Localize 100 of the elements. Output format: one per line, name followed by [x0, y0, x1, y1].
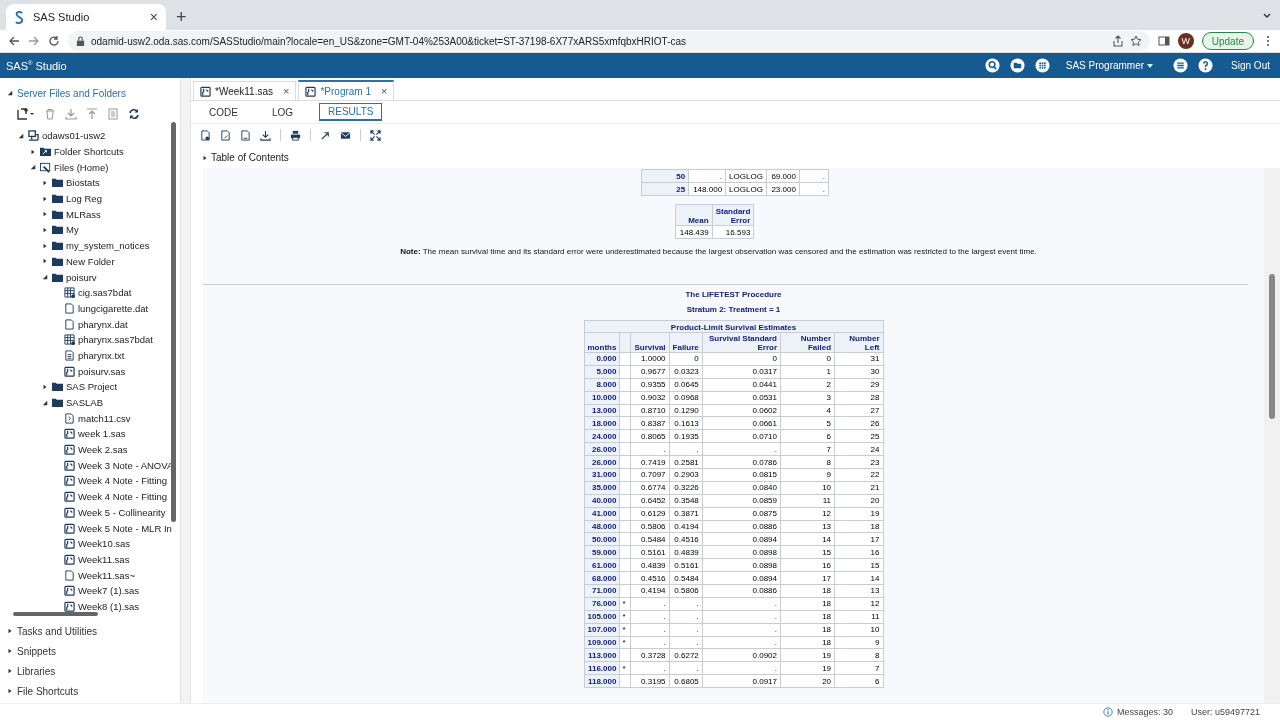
- expand-arrow-icon[interactable]: [41, 258, 48, 265]
- tree-item[interactable]: Week 4 Note - Fitting: [78, 475, 168, 487]
- new-tab-button[interactable]: +: [176, 8, 187, 26]
- panel-section-header[interactable]: Tasks and Utilities: [17, 625, 98, 637]
- close-tab-button[interactable]: ×: [283, 85, 290, 97]
- panel-section-header[interactable]: Libraries: [17, 665, 56, 677]
- download-icon[interactable]: [260, 129, 271, 141]
- tree-item[interactable]: pharynx.txt: [78, 349, 125, 361]
- tree-item[interactable]: Week7 (1).sas: [78, 585, 140, 597]
- view-tab[interactable]: LOG: [263, 104, 302, 120]
- panel-section-header[interactable]: File Shortcuts: [17, 685, 79, 697]
- collapse-arrow-icon[interactable]: [6, 90, 13, 96]
- pdf-results-icon[interactable]: [220, 129, 231, 141]
- expand-arrow-icon[interactable]: [6, 648, 13, 654]
- delete-icon[interactable]: [44, 108, 56, 120]
- expand-arrow-icon[interactable]: [41, 383, 48, 390]
- tree-item[interactable]: Biostats: [66, 177, 100, 189]
- messages-count[interactable]: Messages: 30: [1116, 707, 1173, 717]
- rtf-results-icon[interactable]: [240, 129, 251, 141]
- panel-title[interactable]: Server Files and Folders: [17, 87, 126, 99]
- side-panel-icon[interactable]: [1157, 35, 1170, 47]
- editor-tab[interactable]: *Program 1 ×: [298, 80, 395, 100]
- back-icon[interactable]: [8, 35, 20, 47]
- collapse-arrow-icon[interactable]: [17, 132, 24, 139]
- expand-arrow-icon[interactable]: [41, 226, 48, 233]
- perspective-dropdown[interactable]: SAS Programmer: [1065, 60, 1154, 71]
- collapse-arrow-icon[interactable]: [41, 399, 48, 406]
- menu-icon[interactable]: [1173, 58, 1189, 73]
- sas-logo-icon: [14, 10, 25, 24]
- tree-item[interactable]: Week 5 Note - MLR In: [78, 522, 172, 534]
- collapse-arrow-icon[interactable]: [41, 274, 48, 281]
- tree-item[interactable]: Week 2.sas: [78, 444, 128, 456]
- help-icon[interactable]: [1198, 58, 1214, 73]
- apps-grid-icon[interactable]: [1034, 58, 1050, 73]
- tree-item[interactable]: New Folder: [66, 255, 115, 267]
- close-tab-button[interactable]: ×: [381, 85, 388, 97]
- update-button[interactable]: Update: [1201, 32, 1254, 50]
- expand-arrow-icon[interactable]: [41, 242, 48, 249]
- expand-arrow-icon[interactable]: [6, 688, 13, 694]
- collapse-arrow-icon[interactable]: [29, 164, 36, 171]
- new-item-icon[interactable]: [17, 108, 35, 120]
- tree-item[interactable]: Folder Shortcuts: [54, 146, 124, 158]
- tree-item[interactable]: lungcigarette.dat: [78, 302, 149, 314]
- panel-section-header[interactable]: Snippets: [17, 645, 56, 657]
- expand-arrow-icon[interactable]: [41, 179, 48, 186]
- view-tab[interactable]: RESULTS: [319, 103, 383, 121]
- table-cell: LOGLOG: [725, 169, 767, 183]
- tree-item[interactable]: pharynx.dat: [78, 318, 128, 330]
- star-icon[interactable]: [1129, 35, 1142, 47]
- profile-avatar[interactable]: W: [1177, 33, 1194, 49]
- table-of-contents-toggle[interactable]: Table of Contents: [211, 152, 289, 163]
- tree-item[interactable]: pharynx.sas7bdat: [78, 334, 153, 346]
- expand-arrow-icon[interactable]: [41, 211, 48, 218]
- tree-item[interactable]: odaws01-usw2: [42, 130, 106, 142]
- expand-arrow-icon[interactable]: [6, 668, 13, 674]
- reload-icon[interactable]: [48, 35, 60, 47]
- tree-item[interactable]: Week 5 - Collinearity: [78, 506, 166, 518]
- expand-arrow-icon[interactable]: [41, 195, 48, 202]
- forward-icon[interactable]: [28, 35, 40, 47]
- print-icon[interactable]: [290, 129, 301, 141]
- close-tab-button[interactable]: ×: [149, 10, 158, 24]
- expand-arrow-icon[interactable]: [29, 148, 36, 155]
- tree-item[interactable]: My: [66, 224, 79, 236]
- tree-item[interactable]: my_system_notices: [66, 240, 150, 252]
- tree-item[interactable]: SAS Project: [66, 381, 118, 393]
- browser-tab[interactable]: SAS Studio ×: [6, 4, 166, 30]
- view-tab[interactable]: CODE: [201, 104, 246, 120]
- folder-open-icon[interactable]: [1009, 58, 1025, 73]
- tree-item[interactable]: Week10.sas: [78, 538, 131, 550]
- tree-item[interactable]: cig.sas7bdat: [78, 287, 132, 299]
- tree-item[interactable]: Week 4 Note - Fitting: [78, 491, 168, 503]
- sign-out-link[interactable]: Sign Out: [1231, 60, 1270, 71]
- table-title: Product-Limit Survival Estimates: [584, 320, 883, 333]
- tree-item[interactable]: poisurv: [66, 271, 97, 283]
- scrollbar[interactable]: [1269, 274, 1275, 419]
- tree-item[interactable]: Files (Home): [54, 161, 109, 173]
- tree-item[interactable]: Log Reg: [66, 193, 102, 205]
- tree-item[interactable]: SASLAB: [66, 397, 103, 409]
- tree-item[interactable]: poisurv.sas: [78, 365, 126, 377]
- maximize-icon[interactable]: [370, 129, 381, 141]
- open-window-icon[interactable]: [320, 129, 331, 141]
- upload-icon[interactable]: [86, 108, 98, 120]
- scrollbar[interactable]: [13, 612, 98, 616]
- html-results-icon[interactable]: [200, 129, 211, 141]
- editor-tab[interactable]: *Week11.sas ×: [193, 81, 297, 100]
- refresh-icon[interactable]: [128, 108, 140, 120]
- address-bar[interactable]: odamid-usw2.oda.sas.com/SASStudio/main?locale=en_US&zone=GMT-04%253A00&ticket=ST-37198-6X77xARS5xmfqbxHRIOT-cas: [68, 31, 1150, 51]
- expand-arrow-icon[interactable]: [201, 154, 208, 161]
- tree-item[interactable]: week 1.sas: [78, 428, 126, 440]
- tree-item[interactable]: MLRass: [66, 208, 101, 220]
- tree-item[interactable]: match11.csv: [78, 412, 131, 424]
- search-icon[interactable]: [984, 58, 1000, 73]
- share-icon[interactable]: [1111, 35, 1124, 47]
- tree-item[interactable]: Week11.sas: [78, 553, 130, 565]
- tree-item[interactable]: Week11.sas~: [78, 569, 135, 581]
- program-file-icon: [64, 506, 75, 518]
- scrollbar[interactable]: [171, 122, 176, 522]
- tree-item[interactable]: Week8 (1).sas: [78, 600, 140, 612]
- email-icon[interactable]: [340, 129, 351, 141]
- expand-arrow-icon[interactable]: [6, 628, 13, 634]
